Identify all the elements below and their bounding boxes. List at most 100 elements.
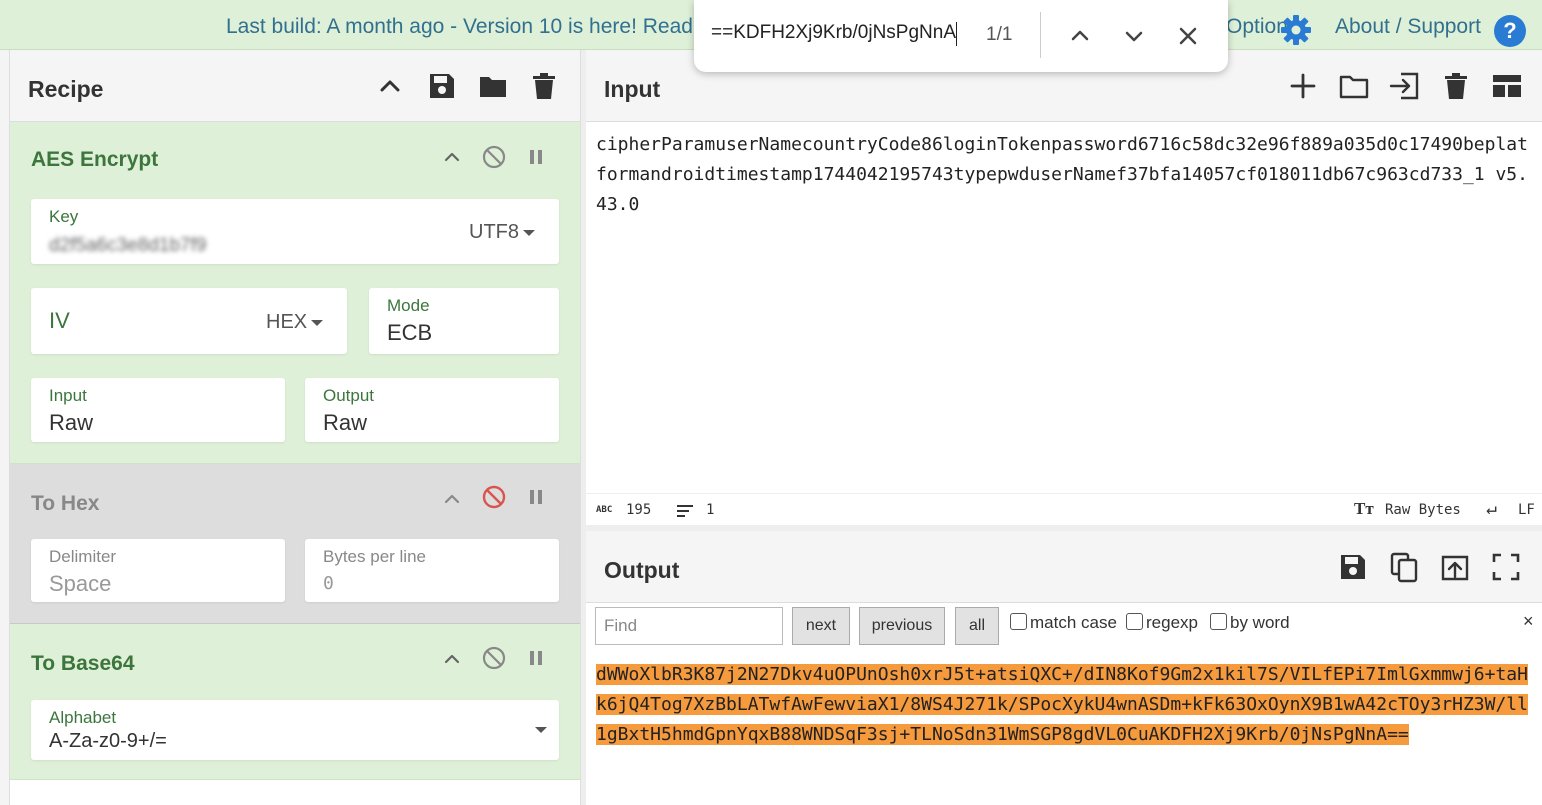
find-previous-icon[interactable] (1062, 18, 1098, 54)
search-highlight: dWWoXlbR3K87j2N27Dkv4uOPUnOsh0xrJ5t+atsi… (596, 664, 1528, 745)
output-format-field[interactable]: Output Raw (305, 378, 559, 442)
input-title: Input (604, 76, 661, 102)
mode-value[interactable]: ECB (387, 320, 432, 346)
find-next-button[interactable]: next (792, 607, 850, 645)
find-all-button[interactable]: all (955, 607, 999, 645)
key-value[interactable]: d2f5a6c3e8d1b7f9 (49, 235, 206, 257)
clear-input-icon[interactable] (1440, 70, 1472, 102)
chevron-up-icon[interactable] (439, 144, 465, 170)
output-title: Output (604, 557, 680, 583)
disable-icon[interactable] (481, 144, 507, 170)
text-caret (956, 22, 957, 46)
output-search-bar: next previous all match case regexp by w… (586, 603, 1542, 653)
disable-icon[interactable] (481, 645, 507, 671)
browser-find-bar: KDFH2Xj9Krb/0jNsPgNnA== 1/1 (694, 0, 1228, 72)
close-search-icon[interactable]: × (1523, 611, 1534, 632)
chevron-up-icon[interactable] (439, 486, 465, 512)
input-format-label: Input (49, 386, 87, 405)
bytes-per-line-label: Bytes per line (323, 547, 426, 566)
mode-field[interactable]: Mode ECB (369, 288, 559, 354)
breakpoint-icon[interactable] (523, 144, 549, 170)
key-label: Key (49, 207, 79, 226)
alphabet-label: Alphabet (49, 708, 117, 727)
caret-down-icon (523, 229, 535, 236)
separator (1040, 12, 1041, 58)
save-output-icon[interactable] (1337, 551, 1369, 583)
reset-layout-icon[interactable] (1491, 70, 1523, 102)
operation-title: AES Encrypt (31, 148, 159, 171)
input-char-count: 195 (626, 502, 652, 518)
return-arrow-icon: ↵ (1486, 498, 1497, 519)
match-case-label: match case (1030, 613, 1117, 632)
recipe-panel: Recipe AES Encrypt Key d2f5a6c3e8d1b7f9 … (10, 50, 580, 805)
output-format-value[interactable]: Raw (323, 410, 367, 436)
regexp-label: regexp (1146, 613, 1198, 632)
open-file-icon[interactable] (1389, 70, 1421, 102)
find-query-input[interactable]: KDFH2Xj9Krb/0jNsPgNnA== (694, 22, 956, 44)
match-case-checkbox[interactable]: match case (1010, 613, 1117, 633)
chevron-up-icon[interactable] (374, 70, 406, 102)
clear-recipe-icon[interactable] (528, 70, 560, 102)
bytes-per-line-value[interactable]: 0 (323, 573, 334, 594)
add-tab-icon[interactable] (1287, 70, 1319, 102)
operation-title: To Hex (31, 492, 100, 515)
input-format-value[interactable]: Raw (49, 410, 93, 436)
load-recipe-icon[interactable] (477, 70, 509, 102)
abc-icon: ABC (596, 505, 613, 515)
input-encoding[interactable]: Raw Bytes (1385, 502, 1461, 518)
output-textarea[interactable]: dWWoXlbR3K87j2N27Dkv4uOPUnOsh0xrJ5t+atsi… (596, 660, 1532, 750)
caret-down-icon (311, 319, 324, 326)
output-format-label: Output (323, 386, 375, 405)
about-support-link[interactable]: About / Support (1335, 15, 1481, 39)
input-textarea[interactable]: cipherParamuserNamecountryCode86loginTok… (596, 130, 1532, 220)
disable-icon[interactable] (481, 484, 507, 510)
operation-aes-encrypt[interactable]: AES Encrypt Key d2f5a6c3e8d1b7f9 UTF8 IV… (10, 122, 580, 464)
key-encoding: UTF8 (469, 221, 519, 243)
find-match-count: 1/1 (986, 24, 1013, 45)
iv-field[interactable]: IV HEX (31, 288, 347, 354)
operation-to-base64[interactable]: To Base64 Alphabet A-Za-z0-9+/= (10, 624, 580, 780)
gear-icon[interactable] (1280, 14, 1312, 46)
key-field[interactable]: Key d2f5a6c3e8d1b7f9 UTF8 (31, 199, 559, 264)
key-encoding-dropdown[interactable]: UTF8 (469, 221, 535, 244)
save-recipe-icon[interactable] (426, 70, 458, 102)
input-format-field[interactable]: Input Raw (31, 378, 285, 442)
delimiter-label: Delimiter (49, 547, 117, 566)
input-eol[interactable]: LF (1518, 502, 1535, 518)
replace-input-icon[interactable] (1439, 551, 1471, 583)
input-line-count: 1 (706, 502, 715, 518)
banner-message[interactable]: Last build: A month ago - Version 10 is … (226, 15, 693, 39)
find-previous-button[interactable]: previous (859, 607, 945, 645)
iv-encoding: HEX (266, 311, 308, 333)
breakpoint-icon[interactable] (523, 484, 549, 510)
iv-label: IV (49, 308, 70, 333)
iv-encoding-dropdown[interactable]: HEX (266, 311, 324, 334)
breakpoint-icon[interactable] (523, 645, 549, 671)
maximise-icon[interactable] (1490, 551, 1522, 583)
operation-title: To Base64 (31, 652, 135, 675)
mode-label: Mode (387, 296, 430, 315)
regexp-checkbox[interactable]: regexp (1126, 613, 1198, 633)
chevron-up-icon[interactable] (439, 646, 465, 672)
by-word-checkbox[interactable]: by word (1210, 613, 1290, 633)
checkbox-box[interactable] (1010, 613, 1027, 630)
checkbox-box[interactable] (1210, 613, 1227, 630)
output-find-input[interactable] (595, 607, 783, 645)
find-next-icon[interactable] (1116, 18, 1152, 54)
alphabet-value[interactable]: A-Za-z0-9+/= (49, 730, 167, 753)
lines-icon (677, 505, 693, 517)
find-close-icon[interactable] (1170, 18, 1206, 54)
copy-output-icon[interactable] (1388, 551, 1420, 583)
alphabet-field[interactable]: Alphabet A-Za-z0-9+/= (31, 700, 559, 760)
delimiter-value[interactable]: Space (49, 571, 111, 597)
help-icon[interactable]: ? (1494, 15, 1526, 47)
by-word-label: by word (1230, 613, 1290, 632)
recipe-title: Recipe (28, 76, 104, 102)
bytes-per-line-field[interactable]: Bytes per line 0 (305, 539, 559, 602)
delimiter-field[interactable]: Delimiter Space (31, 539, 285, 602)
open-folder-icon[interactable] (1338, 70, 1370, 102)
checkbox-box[interactable] (1126, 613, 1143, 630)
panel-resize-handle[interactable] (580, 50, 586, 805)
operation-to-hex[interactable]: To Hex Delimiter Space Bytes per line 0 (10, 464, 580, 624)
caret-down-icon[interactable] (535, 727, 547, 733)
